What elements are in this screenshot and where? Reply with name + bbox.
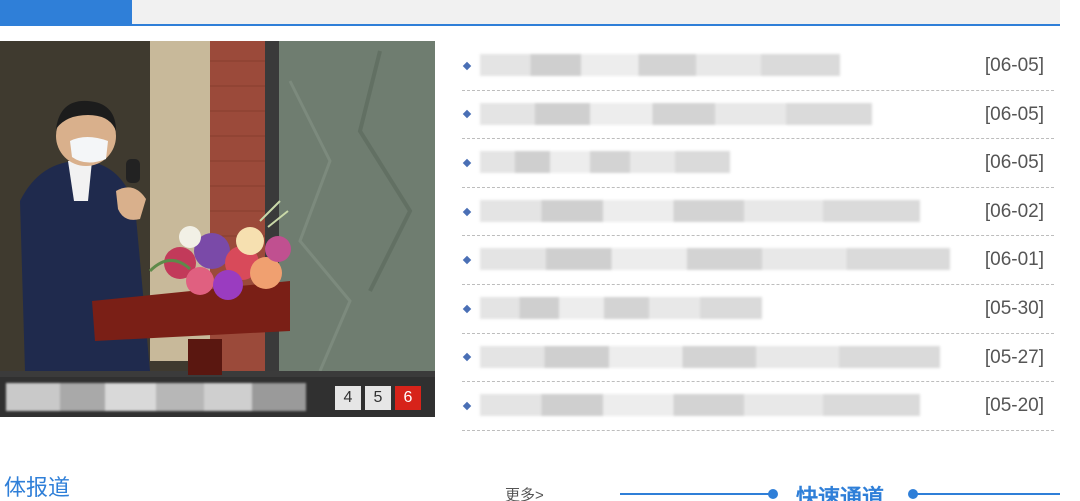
news-title[interactable]	[480, 54, 840, 76]
pager-page-4[interactable]: 4	[335, 386, 361, 410]
news-title[interactable]	[480, 296, 762, 319]
bullet-icon	[462, 255, 472, 265]
news-item[interactable]: [06-05]	[462, 139, 1054, 188]
divider-line	[914, 493, 1060, 495]
bullet-icon	[462, 158, 472, 168]
news-list: [06-05] [06-05] [06-05] [06-02] [06-01] …	[462, 42, 1054, 431]
news-item[interactable]: [06-01]	[462, 236, 1054, 285]
quick-channel-header: 快速通道	[620, 478, 1060, 501]
more-link[interactable]: 更多>	[505, 484, 544, 501]
news-item[interactable]: [06-05]	[462, 91, 1054, 140]
bullet-icon	[462, 110, 472, 119]
divider-line	[620, 493, 772, 495]
slider-caption-bar: 4 5 6	[0, 377, 435, 417]
section-title-left[interactable]: 体报道	[4, 470, 70, 501]
news-item[interactable]: [05-30]	[462, 285, 1054, 334]
news-date: [06-05]	[984, 152, 1044, 174]
news-date: [06-02]	[984, 200, 1044, 222]
news-date: [06-05]	[984, 103, 1044, 125]
pager-page-5[interactable]: 5	[365, 386, 391, 410]
news-title[interactable]	[480, 248, 950, 271]
pager-page-6[interactable]: 6	[395, 386, 421, 410]
slider-caption[interactable]	[6, 383, 306, 411]
news-date: [05-20]	[984, 395, 1044, 417]
news-date: [05-27]	[984, 346, 1044, 368]
bullet-icon	[462, 401, 472, 411]
news-date: [06-01]	[984, 249, 1044, 271]
photo-slider[interactable]: 4 5 6	[0, 41, 435, 417]
news-item[interactable]: [05-27]	[462, 334, 1054, 383]
bullet-icon	[462, 61, 472, 71]
top-tab-bar	[0, 0, 1060, 26]
news-title[interactable]	[480, 345, 940, 368]
news-item[interactable]: [05-20]	[462, 382, 1054, 431]
slider-pager: 4 5 6	[335, 386, 421, 410]
news-date: [06-05]	[984, 55, 1044, 76]
news-title[interactable]	[480, 394, 920, 417]
news-title[interactable]	[480, 102, 872, 125]
tab-active[interactable]	[0, 0, 132, 24]
bullet-icon	[462, 353, 472, 362]
quick-channel-title: 快速通道	[796, 485, 885, 501]
news-item[interactable]: [06-02]	[462, 188, 1054, 237]
slider-photo	[0, 41, 435, 417]
bullet-icon	[462, 207, 472, 216]
bullet-icon	[462, 304, 472, 314]
news-title[interactable]	[480, 199, 920, 222]
news-title[interactable]	[480, 151, 730, 174]
dot-icon	[768, 489, 778, 499]
news-item[interactable]: [06-05]	[462, 42, 1054, 91]
news-date: [05-30]	[984, 297, 1044, 319]
